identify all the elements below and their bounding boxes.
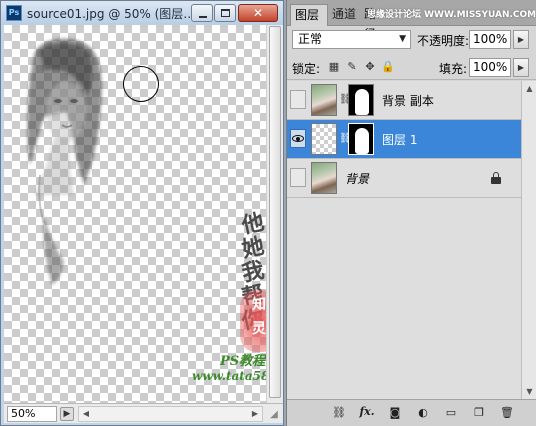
fill-label: 填充: [439,62,468,76]
layers-panel: 图层 通道 路径 思缘设计论坛 WWW.MISSYUAN.COM 正常 ▼ 不透… [286,0,536,426]
document-window: Ps source01.jpg @ 50% (图层… ✕ 他 她 我 知 灵 P… [0,0,284,426]
lock-position-move-icon[interactable]: ✥ [363,60,377,74]
blend-mode-select[interactable]: 正常 ▼ [292,30,411,49]
image-canvas[interactable]: 他 她 我 帮 你 知 灵 PS教程网 www.tata580.com [4,25,266,403]
watermark-ps-tutorial: PS教程网 [220,354,266,369]
seal-char: 知 [252,297,266,313]
photoshop-app-icon: Ps [6,5,22,21]
layer-name[interactable]: 背景 [345,170,369,187]
visibility-toggle[interactable] [290,129,306,148]
new-group-folder-icon[interactable]: ▭ [443,405,459,421]
mask-silhouette [355,128,369,154]
layer-mask-thumbnail[interactable] [348,84,374,116]
visibility-toggle[interactable] [290,90,306,109]
opacity-label: 不透明度: [417,34,470,48]
seal-char: 灵 [252,321,266,337]
mask-link-chain-icon[interactable]: ⛓ [339,132,352,146]
mask-silhouette [355,89,369,115]
scroll-up-icon[interactable]: ▲ [524,83,535,94]
layer-row-background[interactable]: 背景 [287,159,521,198]
panel-bottom-toolbar: ⛓ fx. ◙ ◐ ▭ ❐ 🗑 [287,399,536,426]
layer-thumbnail [311,123,337,155]
zoom-level-field[interactable]: 50% [7,406,57,422]
document-title: source01.jpg @ 50% (图层… [27,7,192,21]
layer-name[interactable]: 背景 副本 [382,92,434,109]
lock-transparency-icon[interactable]: ▦ [327,60,341,74]
resize-grip-icon[interactable]: ◢ [267,408,281,422]
new-layer-icon[interactable]: ❐ [471,405,487,421]
watermark-url: www.tata580.com [192,369,266,383]
link-layers-icon[interactable]: ⛓ [331,405,347,421]
tab-channels[interactable]: 通道 [328,4,360,26]
status-bar: 50% ▶ ◀ ▶ ◢ [4,403,283,423]
site-watermark: 思缘设计论坛 WWW.MISSYUAN.COM [367,10,535,20]
layer-thumbnail [311,84,337,116]
document-titlebar[interactable]: Ps source01.jpg @ 50% (图层… ✕ [1,1,283,25]
layer-thumbnail [311,162,337,194]
blend-mode-value: 正常 [298,32,323,46]
opacity-field[interactable]: 100% [469,30,511,49]
vertical-scroll-thumb[interactable] [269,26,281,398]
layer-list: ⛓ 背景 副本 ⛓ 图层 1 背景 [287,81,521,399]
chevron-down-icon: ▼ [399,34,406,44]
visibility-toggle[interactable] [290,168,306,187]
panel-tabbar: 图层 通道 路径 思缘设计论坛 WWW.MISSYUAN.COM [287,0,536,41]
fill-field[interactable]: 100% [469,58,511,77]
minimize-icon [199,16,207,18]
horizontal-scrollbar[interactable]: ◀ ▶ [78,406,263,422]
layer-mask-thumbnail[interactable] [348,123,374,155]
maximize-icon [221,9,230,17]
add-mask-icon[interactable]: ◙ [387,405,403,421]
layer-row-layer-1[interactable]: ⛓ 图层 1 [287,120,521,159]
brush-cursor [123,66,159,102]
opacity-slider-button[interactable]: ▶ [513,30,529,49]
layer-name[interactable]: 图层 1 [382,131,417,148]
mask-link-chain-icon[interactable]: ⛓ [339,93,352,107]
maximize-button[interactable] [214,4,236,22]
minimize-button[interactable] [191,4,213,22]
lock-row: 锁定: ▦ ✎ ✥ 🔒 填充: 100% ▶ [287,56,536,80]
eye-icon [292,135,304,142]
lock-label: 锁定: [292,62,321,76]
scroll-down-icon[interactable]: ▼ [524,386,535,397]
layer-style-fx-icon[interactable]: fx. [359,405,375,421]
lock-icon [491,172,501,184]
scroll-right-icon[interactable]: ▶ [249,408,261,420]
status-menu-button[interactable]: ▶ [60,407,74,421]
layers-scrollbar[interactable]: ▲ ▼ [521,81,536,399]
fill-slider-button[interactable]: ▶ [513,58,529,77]
close-button[interactable]: ✕ [238,4,278,22]
delete-layer-trash-icon[interactable]: 🗑 [499,405,515,421]
red-seal-stamp: 知 灵 [240,290,266,352]
lock-pixels-brush-icon[interactable]: ✎ [345,60,359,74]
adjustment-layer-icon[interactable]: ◐ [415,405,431,421]
vertical-scrollbar[interactable] [266,25,283,403]
lock-all-icon[interactable]: 🔒 [381,60,395,74]
scroll-left-icon[interactable]: ◀ [80,408,92,420]
tab-layers[interactable]: 图层 [290,4,328,26]
layer-row-background-copy[interactable]: ⛓ 背景 副本 [287,81,521,120]
close-icon: ✕ [252,6,264,20]
blend-row: 正常 ▼ 不透明度: 100% ▶ [287,28,536,54]
